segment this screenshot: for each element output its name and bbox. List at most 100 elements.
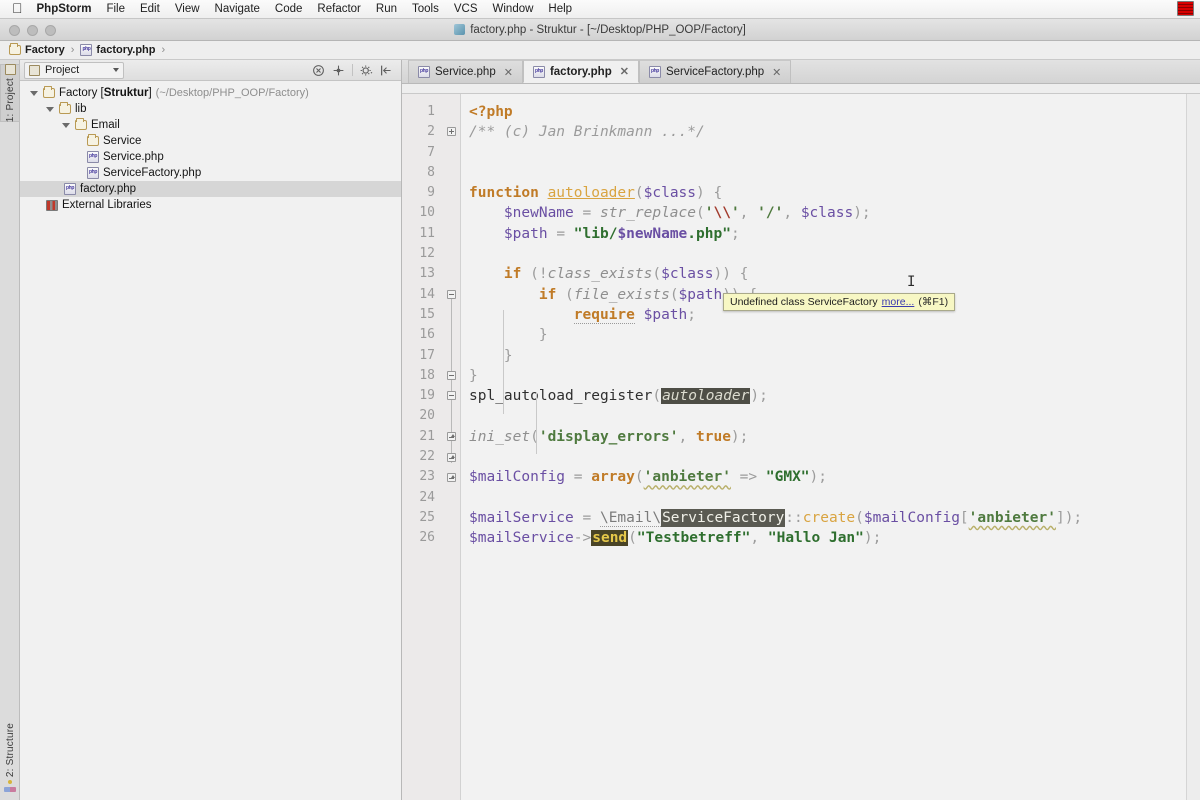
fold-marker-if-inner[interactable] [447, 391, 456, 400]
menu-item-window[interactable]: Window [493, 3, 534, 15]
scroll-from-source-icon[interactable] [332, 64, 345, 77]
line-number: 2 [427, 124, 435, 140]
tree-node-factory[interactable]: Factory [Struktur] (~/Desktop/PHP_OOP/Fa… [20, 85, 401, 101]
menu-item-code[interactable]: Code [275, 3, 303, 15]
chevron-down-icon[interactable] [62, 121, 71, 130]
menu-item-edit[interactable]: Edit [140, 3, 160, 15]
code-line-26: $mailService->send("Testbetreff", "Hallo… [469, 530, 882, 547]
error-tooltip[interactable]: Undefined class ServiceFactory more... (… [723, 293, 956, 311]
fold-end-marker-inner[interactable] [447, 432, 456, 441]
line-number: 24 [419, 489, 435, 505]
line-number: 9 [427, 185, 435, 201]
window-minimize-button[interactable] [27, 25, 38, 36]
tree-node-service-php[interactable]: Service.php [20, 149, 401, 165]
tree-node-external-libraries[interactable]: External Libraries [20, 197, 401, 213]
tree-node-servicefactory-php[interactable]: ServiceFactory.php [20, 165, 401, 181]
project-icon [29, 64, 40, 76]
close-icon[interactable]: ✕ [504, 66, 513, 79]
menu-item-refactor[interactable]: Refactor [317, 3, 360, 15]
line-number: 21 [419, 428, 435, 444]
tooltip-more-link[interactable]: more... [882, 295, 915, 309]
hide-panel-icon[interactable] [380, 64, 393, 77]
menu-item-tools[interactable]: Tools [412, 3, 439, 15]
window-close-button[interactable] [9, 25, 20, 36]
menu-item-navigate[interactable]: Navigate [215, 3, 260, 15]
tree-node-label: ServiceFactory.php [103, 167, 202, 179]
close-icon[interactable]: ✕ [620, 65, 629, 78]
window-title: factory.php - Struktur - [~/Desktop/PHP_… [0, 24, 1200, 36]
code-line-10: $newName = str_replace('\\', '/', $class… [503, 205, 871, 222]
editor-gutter-line-numbers: 1 2 7 8 9 10 11 12 13 14 15 16 17 18 19 … [402, 94, 442, 800]
window-controls[interactable] [9, 25, 56, 36]
menu-item-file[interactable]: File [106, 3, 125, 15]
line-number: 18 [419, 367, 435, 383]
fold-marker-function[interactable] [447, 290, 456, 299]
folder-icon [75, 118, 87, 130]
apple-logo-icon[interactable]:  [12, 1, 23, 15]
fold-end-marker-outer[interactable] [447, 453, 456, 462]
breadcrumb-separator: › [161, 44, 166, 56]
line-number: 26 [419, 530, 435, 546]
editor-scrollbar-strip[interactable] [1186, 94, 1200, 800]
php-file-icon [418, 66, 430, 78]
editor-tab-factory-php[interactable]: factory.php ✕ [522, 60, 639, 83]
line-number: 17 [419, 347, 435, 363]
editor-code-content[interactable]: <?php /** (c) Jan Brinkmann ...*/ functi… [460, 94, 1186, 800]
screen-recording-icon[interactable] [1177, 1, 1194, 16]
rail-tab-structure[interactable]: 2: Structure [0, 723, 20, 792]
php-file-icon [532, 65, 545, 78]
fold-marker-if-outer[interactable] [447, 371, 456, 380]
editor-folding-column[interactable] [442, 94, 460, 800]
breadcrumb: Factory › factory.php › [0, 41, 1200, 60]
settings-gear-icon[interactable] [360, 64, 373, 77]
window-zoom-button[interactable] [45, 25, 56, 36]
tool-window-rail: 1: Project 2: Structure [0, 60, 20, 800]
menu-item-vcs[interactable]: VCS [454, 3, 478, 15]
php-file-icon [87, 151, 99, 163]
rail-tab-structure-label: 2: Structure [4, 722, 16, 777]
editor-tab-service-php[interactable]: Service.php ✕ [408, 60, 523, 83]
menu-item-help[interactable]: Help [548, 3, 572, 15]
line-number: 20 [419, 408, 435, 424]
breadcrumb-item-factory-php[interactable]: factory.php [80, 44, 156, 56]
menu-item-phpstorm[interactable]: PhpStorm [37, 3, 92, 15]
tree-node-factory-php[interactable]: factory.php [20, 181, 401, 197]
indent-guide [503, 310, 504, 414]
editor-tab-underline [402, 84, 1200, 94]
inlay-highlight-autoloader: autoloader [661, 388, 751, 405]
tree-node-label: Email [91, 119, 120, 131]
phpstorm-app-icon [454, 24, 466, 35]
tree-node-lib[interactable]: lib [20, 101, 401, 117]
chevron-down-icon[interactable] [113, 68, 119, 72]
editor-tab-servicefactory-php[interactable]: ServiceFactory.php ✕ [638, 60, 792, 83]
line-number: 14 [419, 286, 435, 302]
window-title-bar: factory.php - Struktur - [~/Desktop/PHP_… [0, 19, 1200, 41]
project-icon [4, 64, 16, 75]
menu-item-run[interactable]: Run [376, 3, 397, 15]
code-line-23: $mailConfig = array('anbieter' => "GMX")… [469, 469, 827, 486]
breadcrumb-item-factory[interactable]: Factory [9, 43, 65, 56]
project-view-selector[interactable]: Project [24, 61, 124, 79]
editor-tab-label: ServiceFactory.php [665, 66, 765, 78]
chevron-down-icon[interactable] [30, 89, 39, 98]
fold-marker-docblock[interactable] [447, 127, 456, 136]
rail-tab-project-label: 1: Project [4, 78, 16, 123]
tree-node-service-folder[interactable]: Service [20, 133, 401, 149]
code-line-9: function autoloader($class) { [469, 185, 723, 202]
breadcrumb-label: factory.php [96, 44, 156, 56]
code-editor[interactable]: 1 2 7 8 9 10 11 12 13 14 15 16 17 18 19 … [402, 94, 1200, 800]
chevron-down-icon[interactable] [46, 105, 55, 114]
editor-area: Service.php ✕ factory.php ✕ ServiceFacto… [402, 60, 1200, 800]
menu-item-view[interactable]: View [175, 3, 200, 15]
rail-tab-project[interactable]: 1: Project [0, 64, 20, 123]
line-number: 16 [419, 327, 435, 343]
tree-node-label: Factory [Struktur] [59, 87, 152, 99]
close-icon[interactable]: ✕ [772, 66, 781, 79]
tree-node-email[interactable]: Email [20, 117, 401, 133]
line-number: 25 [419, 509, 435, 525]
collapse-all-icon[interactable] [312, 64, 325, 77]
line-number: 22 [419, 449, 435, 465]
tree-node-label: Service.php [103, 151, 164, 163]
fold-end-marker-function[interactable] [447, 473, 456, 482]
